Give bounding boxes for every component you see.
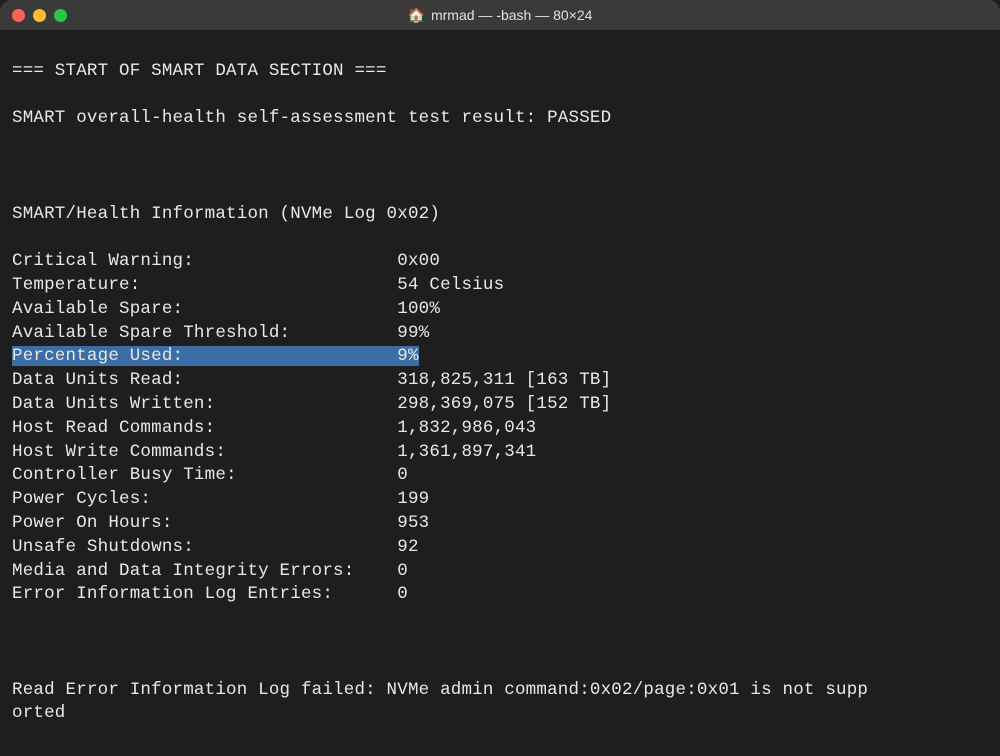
home-icon: 🏠 — [408, 7, 425, 24]
terminal-output[interactable]: === START OF SMART DATA SECTION === SMAR… — [0, 30, 1000, 756]
traffic-lights — [12, 9, 67, 22]
error-line: Read Error Information Log failed: NVMe … — [12, 679, 988, 727]
data-row: Available Spare: 100% — [12, 298, 988, 322]
window-title: 🏠 mrmad — -bash — 80×24 — [408, 7, 593, 24]
info-header-line: SMART/Health Information (NVMe Log 0x02) — [12, 203, 988, 227]
blank-line — [12, 631, 988, 655]
data-row: Host Read Commands: 1,832,986,043 — [12, 417, 988, 441]
maximize-button[interactable] — [54, 9, 67, 22]
data-row: Data Units Written: 298,369,075 [152 TB] — [12, 393, 988, 417]
data-row: Controller Busy Time: 0 — [12, 464, 988, 488]
overall-result-line: SMART overall-health self-assessment tes… — [12, 107, 988, 131]
window-titlebar: 🏠 mrmad — -bash — 80×24 — [0, 0, 1000, 30]
blank-line — [12, 155, 988, 179]
highlighted-row: Percentage Used: 9% — [12, 346, 419, 366]
close-button[interactable] — [12, 9, 25, 22]
data-row: Unsafe Shutdowns: 92 — [12, 536, 988, 560]
data-row: Error Information Log Entries: 0 — [12, 583, 988, 607]
data-row: Host Write Commands: 1,361,897,341 — [12, 441, 988, 465]
data-row: Percentage Used: 9% — [12, 345, 988, 369]
section-header-line: === START OF SMART DATA SECTION === — [12, 60, 988, 84]
data-row: Power Cycles: 199 — [12, 488, 988, 512]
data-row: Temperature: 54 Celsius — [12, 274, 988, 298]
minimize-button[interactable] — [33, 9, 46, 22]
data-row: Available Spare Threshold: 99% — [12, 322, 988, 346]
data-row: Data Units Read: 318,825,311 [163 TB] — [12, 369, 988, 393]
data-rows-container: Critical Warning: 0x00Temperature: 54 Ce… — [12, 250, 988, 607]
window-title-text: mrmad — -bash — 80×24 — [431, 7, 592, 23]
data-row: Power On Hours: 953 — [12, 512, 988, 536]
data-row: Media and Data Integrity Errors: 0 — [12, 560, 988, 584]
data-row: Critical Warning: 0x00 — [12, 250, 988, 274]
